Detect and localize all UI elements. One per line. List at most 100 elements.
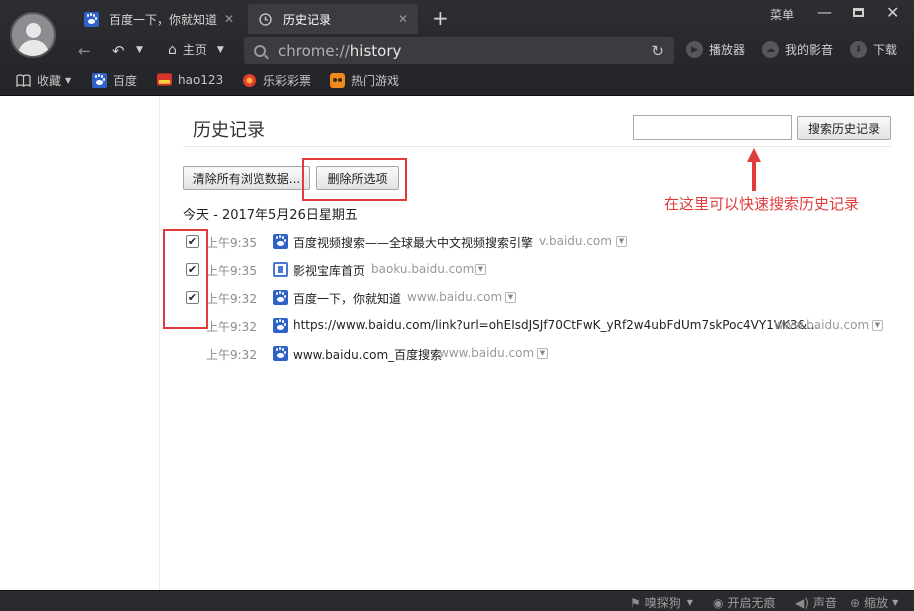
annotation-text: 在这里可以快速搜索历史记录 [664, 195, 860, 213]
bookmark-games[interactable]: 热门游戏 [330, 72, 399, 89]
zoom-button[interactable]: ⊕ 缩放 ▼ [850, 594, 898, 611]
incognito-toggle[interactable]: ◉ 开启无痕 [713, 594, 776, 611]
baidu-paw-icon [273, 290, 288, 305]
home-button[interactable]: ⌂ 主页 ▼ [168, 41, 224, 58]
annotation-arrow-up-icon [747, 148, 761, 191]
url-scheme: chrome:// [278, 41, 350, 60]
page-link[interactable]: 百度视频搜索——全球最大中文视频搜索引擎 [293, 234, 533, 251]
sniffer-label: 嗅探狗 [644, 596, 681, 610]
maximize-button[interactable] [853, 8, 864, 17]
sniffer-button[interactable]: ⚑ 嗅探狗 ▼ [630, 594, 693, 611]
tab-history[interactable]: 历史记录 ✕ [248, 4, 418, 34]
new-tab-button[interactable]: + [432, 6, 449, 30]
baidu-paw-icon [273, 318, 288, 333]
chevron-down-icon[interactable]: ▼ [217, 45, 224, 55]
annotation-box-checkboxes [163, 229, 208, 329]
chevron-down-icon[interactable]: ▼ [616, 236, 627, 247]
download-icon: ⬇ [850, 41, 867, 58]
cloud-icon: ☁ [762, 41, 779, 58]
bookmark-favorites[interactable]: 收藏 ▼ [16, 72, 71, 89]
incognito-label: 开启无痕 [727, 596, 776, 610]
download-button[interactable]: ⬇ 下载 [850, 41, 897, 58]
refresh-icon[interactable]: ↻ [651, 42, 664, 60]
home-label: 主页 [182, 43, 207, 57]
annotation-box-remove [302, 158, 407, 201]
tab-title: 百度一下，你就知道 [109, 12, 218, 27]
play-icon: ▶ [686, 41, 703, 58]
book-icon [16, 73, 31, 88]
close-window-button[interactable]: ✕ [886, 3, 899, 22]
page-domain[interactable]: www.baidu.com [439, 346, 534, 360]
chevron-down-icon[interactable]: ▼ [505, 292, 516, 303]
bookmark-hao123[interactable]: hao123 [157, 72, 223, 87]
clear-browsing-data-button[interactable]: 清除所有浏览数据... [183, 166, 310, 190]
search-icon [254, 44, 266, 57]
divider [183, 146, 891, 147]
baoku-icon [273, 262, 288, 277]
navigation-bar: ← ↶ ▼ ⌂ 主页 ▼ chrome://history ↻ ▶ 播放器 ☁ … [64, 36, 914, 66]
date-heading: 今天 - 2017年5月26日星期五 [183, 208, 358, 223]
bookmark-label: 百度 [113, 74, 138, 88]
history-row[interactable]: ✔ 上午9:32 百度一下，你就知道 www.baidu.com ▼ [160, 286, 900, 310]
zoom-label: 缩放 [864, 596, 889, 610]
history-search-input[interactable] [633, 115, 792, 140]
page-link[interactable]: www.baidu.com_百度搜索 [293, 346, 442, 363]
bookmarks-bar: 收藏 ▼ 百度 hao123 乐彩彩票 热门游戏 [0, 68, 914, 94]
history-row[interactable]: ✔ 上午9:35 影视宝库首页 baoku.baidu.com ▼ [160, 258, 900, 282]
baidu-paw-icon [273, 234, 288, 249]
bookmark-baidu[interactable]: 百度 [92, 72, 137, 89]
browser-chrome: 百度一下，你就知道 ✕ 历史记录 ✕ + 菜单 — ✕ ← ↶ ▼ ⌂ 主页 ▼… [0, 0, 914, 96]
tab-close-icon[interactable]: ✕ [398, 12, 408, 26]
dog-icon: ⚑ [630, 595, 641, 610]
visit-time: 上午9:35 [206, 236, 257, 250]
visit-time: 上午9:35 [206, 264, 257, 278]
bookmark-label: 乐彩彩票 [263, 74, 312, 88]
zoom-icon: ⊕ [850, 595, 861, 610]
my-video-label: 我的影音 [785, 43, 834, 57]
minimize-button[interactable]: — [817, 3, 832, 21]
lottery-icon [242, 73, 257, 88]
chevron-down-icon: ▼ [65, 76, 72, 85]
page-domain[interactable]: www.baidu.com [407, 290, 502, 304]
history-page: 历史记录 搜索历史记录 清除所有浏览数据... 删除所选项 今天 - 2017年… [0, 96, 914, 590]
page-domain[interactable]: baoku.baidu.com [371, 262, 474, 276]
bookmark-label: 热门游戏 [351, 74, 400, 88]
visit-time: 上午9:32 [206, 292, 257, 306]
visit-time: 上午9:32 [206, 320, 257, 334]
url-path: history [349, 41, 402, 60]
tab-title: 历史记录 [283, 12, 332, 27]
my-video-button[interactable]: ☁ 我的影音 [762, 41, 833, 58]
chevron-down-icon[interactable]: ▼ [537, 348, 548, 359]
status-bar: ⚑ 嗅探狗 ▼ ◉ 开启无痕 ◀) 声音 ⊕ 缩放 ▼ [0, 590, 914, 611]
user-avatar[interactable] [10, 12, 56, 58]
download-label: 下载 [873, 43, 898, 57]
page-domain[interactable]: www.baidu.com [774, 318, 869, 332]
history-row[interactable]: 上午9:32 www.baidu.com_百度搜索 www.baidu.com … [160, 342, 900, 366]
page-domain[interactable]: v.baidu.com [539, 234, 612, 248]
player-button[interactable]: ▶ 播放器 [686, 41, 745, 58]
page-link[interactable]: https://www.baidu.com/link?url=ohEIsdJSJ… [293, 318, 818, 332]
address-bar[interactable]: chrome://history ↻ [244, 37, 674, 64]
chevron-down-icon: ▼ [892, 598, 899, 607]
page-link[interactable]: 百度一下，你就知道 [293, 290, 401, 307]
search-history-button[interactable]: 搜索历史记录 [797, 116, 891, 140]
undo-icon[interactable]: ↶ [112, 42, 125, 60]
history-row[interactable]: 上午9:32 https://www.baidu.com/link?url=oh… [160, 314, 900, 338]
left-blank-column [0, 96, 160, 590]
chevron-down-icon[interactable]: ▼ [136, 45, 143, 55]
chevron-down-icon[interactable]: ▼ [475, 264, 486, 275]
eye-icon: ◉ [713, 595, 724, 610]
sound-toggle[interactable]: ◀) 声音 [795, 594, 837, 611]
menu-button[interactable]: 菜单 [770, 6, 794, 23]
chevron-down-icon[interactable]: ▼ [872, 320, 883, 331]
back-arrow-icon[interactable]: ← [78, 42, 91, 60]
history-row[interactable]: ✔ 上午9:35 百度视频搜索——全球最大中文视频搜索引擎 v.baidu.co… [160, 230, 900, 254]
page-link[interactable]: 影视宝库首页 [293, 262, 365, 279]
baidu-paw-icon [84, 11, 99, 27]
tab-baidu[interactable]: 百度一下，你就知道 ✕ [74, 4, 244, 34]
speaker-icon: ◀) [795, 595, 809, 610]
player-label: 播放器 [709, 43, 746, 57]
visit-time: 上午9:32 [206, 348, 257, 362]
bookmark-lottery[interactable]: 乐彩彩票 [242, 72, 311, 89]
tab-close-icon[interactable]: ✕ [224, 12, 234, 26]
